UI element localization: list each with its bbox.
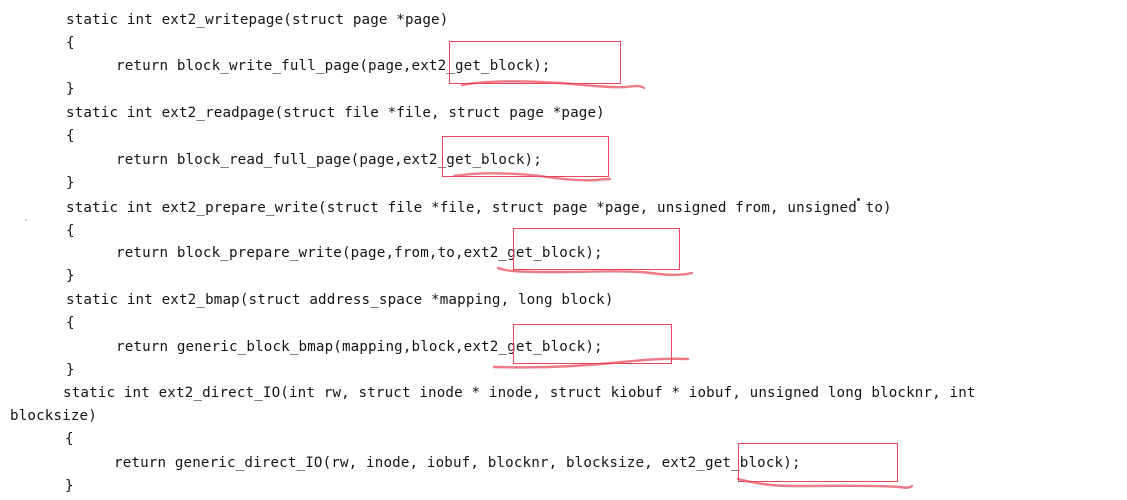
code-line: { [65,431,74,447]
code-line: { [66,315,75,331]
ink-speck-left-margin [25,219,28,222]
code-line: return block_prepare_write(page,from,to,… [116,245,603,261]
code-line: static int ext2_readpage(struct file *fi… [66,105,605,121]
code-line: } [66,362,75,378]
squiggle-writepage [460,80,646,90]
code-line: return block_read_full_page(page,ext2_ge… [116,152,542,168]
code-line: } [65,478,74,494]
code-line: static int ext2_direct_IO(int rw, struct… [63,385,976,401]
squiggle-direct-io [736,477,914,489]
code-line: { [66,35,75,51]
code-line: blocksize) [10,408,97,424]
code-line: return block_write_full_page(page,ext2_g… [116,58,551,74]
code-line: } [66,268,75,284]
squiggle-bmap [492,357,690,369]
squiggle-prepare-write [496,266,694,277]
code-line: return generic_block_bmap(mapping,block,… [116,339,603,355]
code-line: } [66,175,75,191]
code-line: static int ext2_writepage(struct page *p… [66,12,449,28]
code-line: { [66,223,75,239]
code-line: static int ext2_prepare_write(struct fil… [66,200,892,216]
code-listing-page: static int ext2_writepage(struct page *p… [0,0,1127,500]
code-line: return generic_direct_IO(rw, inode, iobu… [114,455,801,471]
code-line: { [66,128,75,144]
code-line: } [66,81,75,97]
squiggle-readpage [452,172,612,182]
code-line: static int ext2_bmap(struct address_spac… [66,292,614,308]
